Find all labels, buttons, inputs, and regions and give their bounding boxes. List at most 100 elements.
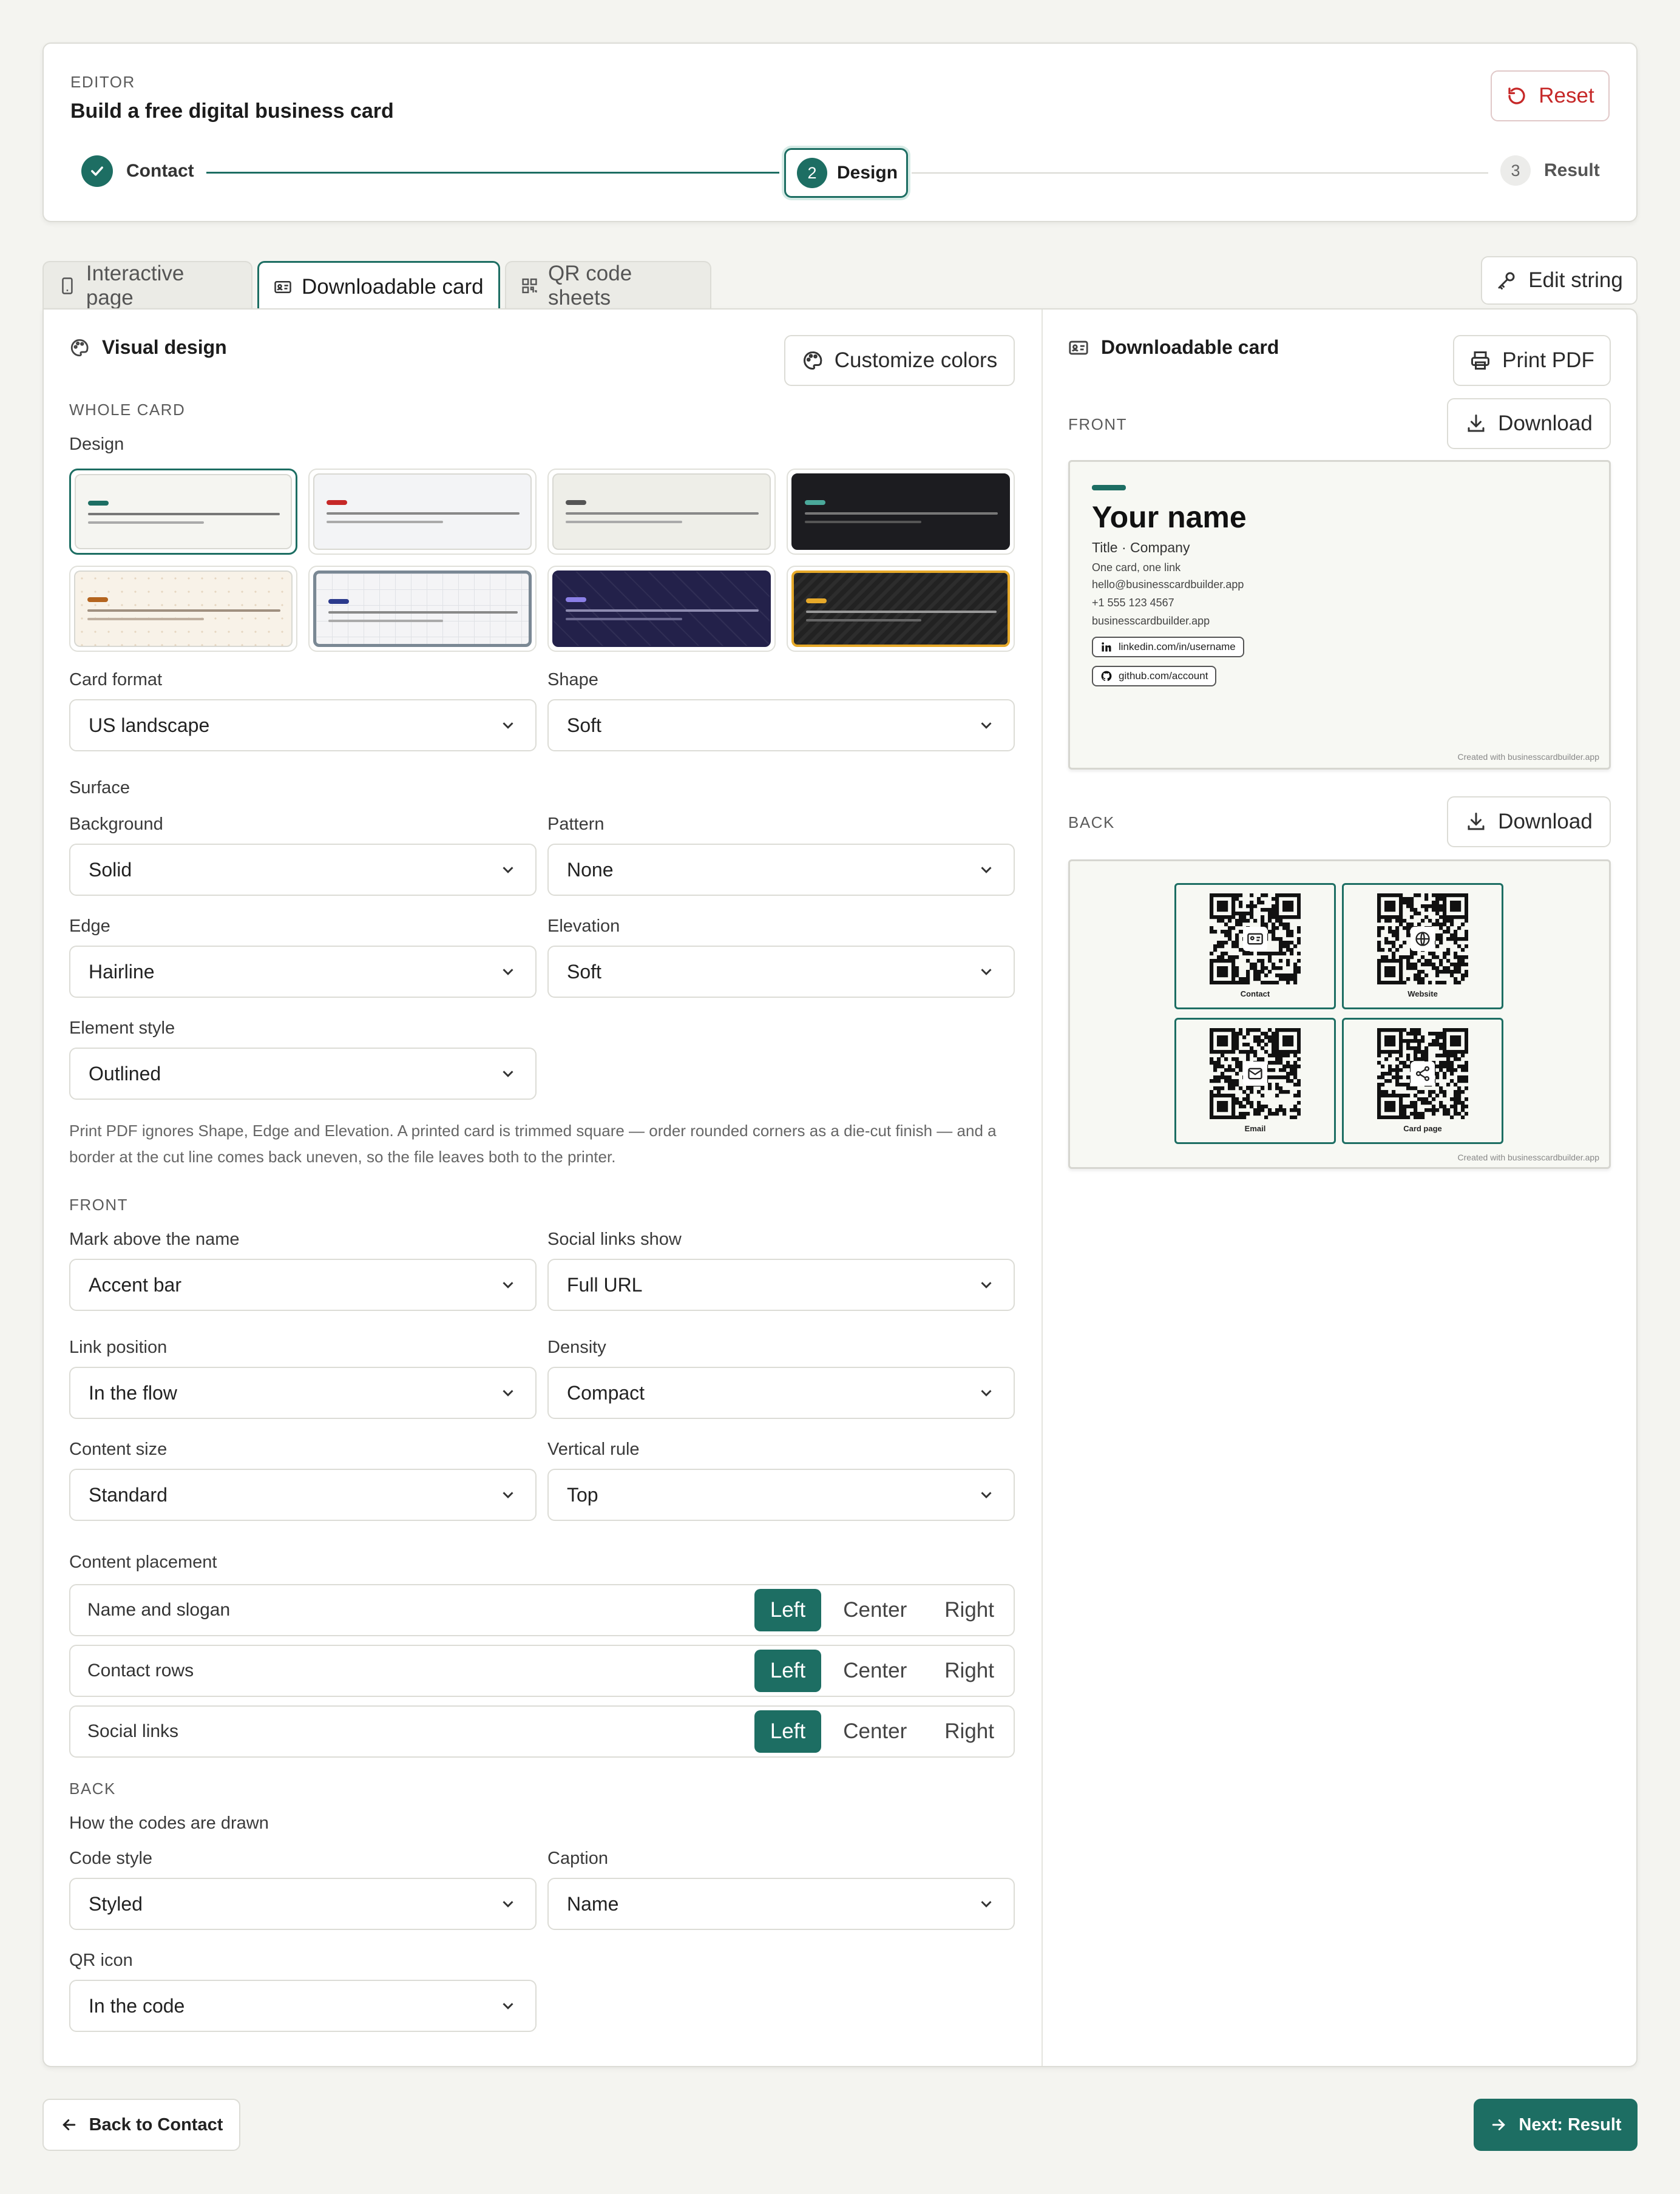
link-position-select[interactable]: In the flow bbox=[69, 1367, 537, 1419]
select-value: In the code bbox=[89, 1994, 185, 2017]
next-result-button[interactable]: Next: Result bbox=[1474, 2099, 1638, 2151]
align-left-option[interactable]: Left bbox=[754, 1710, 822, 1753]
background-select[interactable]: Solid bbox=[69, 844, 537, 896]
chevron-down-icon bbox=[981, 867, 992, 873]
customize-colors-label: Customize colors bbox=[834, 348, 998, 372]
card-website: businesscardbuilder.app bbox=[1092, 615, 1210, 627]
alignment-segmented: Left Center Right bbox=[754, 1650, 1010, 1692]
design-swatch[interactable] bbox=[787, 566, 1015, 652]
reset-icon bbox=[1508, 87, 1525, 104]
align-center-option[interactable]: Center bbox=[827, 1650, 923, 1692]
placement-row-label: Contact rows bbox=[87, 1661, 194, 1681]
card-email: hello@businesscardbuilder.app bbox=[1092, 578, 1244, 591]
step-contact[interactable]: Contact bbox=[81, 155, 194, 187]
download-label: Download bbox=[1498, 810, 1593, 833]
pattern-select[interactable]: None bbox=[547, 844, 1015, 896]
vertical-rule-select[interactable]: Top bbox=[547, 1469, 1015, 1521]
github-icon bbox=[1101, 671, 1112, 682]
edge-label: Edge bbox=[69, 916, 110, 936]
design-swatch[interactable] bbox=[308, 469, 537, 555]
step-design[interactable]: 2 Design bbox=[784, 148, 908, 198]
chevron-down-icon bbox=[503, 867, 513, 873]
card-front-preview: Your name Title · Company One card, one … bbox=[1068, 460, 1611, 770]
card-format-select[interactable]: US landscape bbox=[69, 699, 537, 751]
design-swatch[interactable] bbox=[69, 566, 297, 652]
mark-label: Mark above the name bbox=[69, 1230, 240, 1249]
reset-label: Reset bbox=[1539, 84, 1594, 107]
page-title: Build a free digital business card bbox=[70, 100, 394, 123]
card-credit: Created with businesscardbuilder.app bbox=[1457, 752, 1599, 762]
swatch-preview bbox=[75, 474, 292, 549]
customize-colors-button[interactable]: Customize colors bbox=[784, 335, 1015, 386]
align-right-option[interactable]: Right bbox=[929, 1710, 1010, 1753]
design-swatch[interactable] bbox=[547, 469, 776, 555]
tab-label: Downloadable card bbox=[302, 274, 484, 299]
chevron-down-icon bbox=[981, 1901, 992, 1908]
step-number-badge: 3 bbox=[1500, 155, 1531, 186]
qr-caption: Email bbox=[1244, 1124, 1266, 1133]
element-style-select[interactable]: Outlined bbox=[69, 1048, 537, 1100]
step-result[interactable]: 3 Result bbox=[1500, 155, 1600, 186]
select-value: Compact bbox=[567, 1381, 645, 1404]
tab-qr-code-sheets[interactable]: QR code sheets bbox=[505, 261, 711, 310]
code-style-select[interactable]: Styled bbox=[69, 1878, 537, 1930]
card-format-label: Card format bbox=[69, 670, 163, 689]
front-kicker: FRONT bbox=[69, 1196, 129, 1214]
design-swatch[interactable] bbox=[547, 566, 776, 652]
tab-interactive-page[interactable]: Interactive page bbox=[42, 261, 252, 310]
align-right-option[interactable]: Right bbox=[929, 1650, 1010, 1692]
visual-design-title: Visual design bbox=[102, 336, 227, 358]
chevron-down-icon bbox=[981, 1492, 992, 1498]
qr-tile-card-page: Card page bbox=[1342, 1018, 1503, 1144]
back-to-contact-button[interactable]: Back to Contact bbox=[42, 2099, 240, 2151]
card-phone: +1 555 123 4567 bbox=[1092, 597, 1174, 609]
align-left-option[interactable]: Left bbox=[754, 1650, 822, 1692]
select-value: Soft bbox=[567, 960, 601, 983]
qr-caption: Website bbox=[1407, 989, 1438, 998]
select-value: US landscape bbox=[89, 714, 210, 736]
qr-code bbox=[1377, 1028, 1468, 1119]
design-swatch[interactable] bbox=[69, 469, 297, 555]
align-center-option[interactable]: Center bbox=[827, 1710, 923, 1753]
select-value: Top bbox=[567, 1483, 598, 1506]
tab-label: Interactive page bbox=[86, 262, 185, 310]
arrow-left-icon bbox=[62, 2119, 75, 2130]
edit-string-button[interactable]: Edit string bbox=[1481, 256, 1638, 305]
align-center-option[interactable]: Center bbox=[827, 1589, 923, 1631]
edit-string-label: Edit string bbox=[1528, 268, 1623, 292]
content-size-select[interactable]: Standard bbox=[69, 1469, 537, 1521]
qr-icon-select[interactable]: In the code bbox=[69, 1980, 537, 2032]
tab-downloadable-card[interactable]: Downloadable card bbox=[257, 261, 500, 311]
card-credit: Created with businesscardbuilder.app bbox=[1457, 1153, 1599, 1162]
print-pdf-button[interactable]: Print PDF bbox=[1453, 335, 1611, 386]
shape-select[interactable]: Soft bbox=[547, 699, 1015, 751]
edge-select[interactable]: Hairline bbox=[69, 946, 537, 998]
chevron-down-icon bbox=[981, 1282, 992, 1288]
caption-select[interactable]: Name bbox=[547, 1878, 1015, 1930]
align-right-option[interactable]: Right bbox=[929, 1589, 1010, 1631]
reset-button[interactable]: Reset bbox=[1491, 70, 1610, 121]
mark-select[interactable]: Accent bar bbox=[69, 1259, 537, 1311]
design-swatch[interactable] bbox=[787, 469, 1015, 555]
key-icon bbox=[1498, 272, 1515, 289]
github-url: github.com/account bbox=[1119, 670, 1208, 682]
select-value: Hairline bbox=[89, 960, 155, 983]
select-value: Styled bbox=[89, 1892, 143, 1915]
design-swatch[interactable] bbox=[308, 566, 537, 652]
elevation-select[interactable]: Soft bbox=[547, 946, 1015, 998]
download-icon bbox=[1468, 415, 1485, 432]
chevron-down-icon bbox=[981, 1390, 992, 1397]
linkedin-chip: linkedin.com/in/username bbox=[1092, 637, 1244, 657]
density-select[interactable]: Compact bbox=[547, 1367, 1015, 1419]
select-value: In the flow bbox=[89, 1381, 177, 1404]
preview-title: Downloadable card bbox=[1101, 336, 1279, 358]
download-back-button[interactable]: Download bbox=[1447, 796, 1611, 847]
qr-tile-email: Email bbox=[1174, 1018, 1336, 1144]
social-show-select[interactable]: Full URL bbox=[547, 1259, 1015, 1311]
align-left-option[interactable]: Left bbox=[754, 1589, 822, 1631]
print-note: Print PDF ignores Shape, Edge and Elevat… bbox=[69, 1122, 997, 1166]
download-front-button[interactable]: Download bbox=[1447, 398, 1611, 449]
linkedin-chip-wrap: linkedin.com/in/username bbox=[1092, 637, 1244, 657]
vertical-rule-label: Vertical rule bbox=[547, 1440, 640, 1459]
chevron-down-icon bbox=[503, 1390, 513, 1397]
